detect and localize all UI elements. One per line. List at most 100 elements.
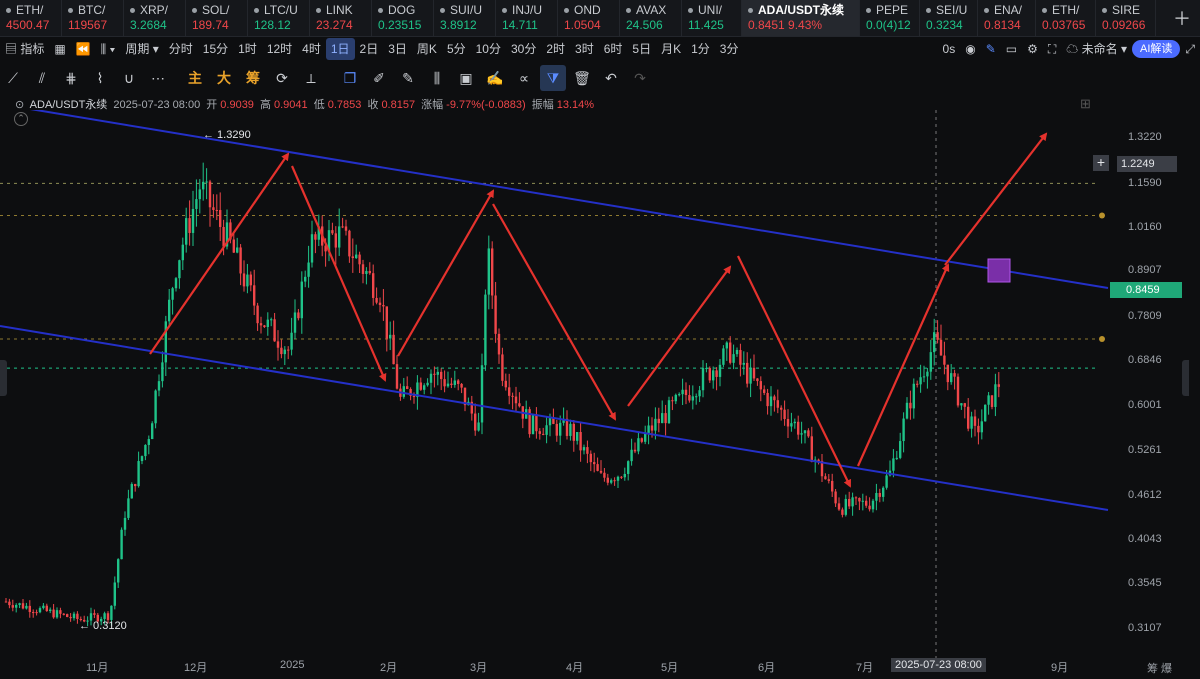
interval-tab[interactable]: 12时 (262, 38, 297, 60)
ticker-tab[interactable]: LINK 23.274 (310, 0, 372, 36)
ticker-name: XRP/ (130, 3, 181, 17)
ticker-tab[interactable]: LTC/U 128.12 (248, 0, 310, 36)
interval-tab[interactable]: 5日 (627, 38, 656, 60)
candle-body (205, 181, 208, 183)
indicator-button[interactable]: ▤ 指标 (0, 38, 49, 60)
camera-icon[interactable]: ◉ (960, 38, 980, 60)
ticker-name: AVAX (626, 3, 677, 17)
right-panel-handle[interactable] (1182, 360, 1189, 396)
pattern-icon[interactable]: ⌇ (87, 65, 113, 91)
add-tab-button[interactable]: ＋ (1164, 0, 1200, 36)
interval-tab[interactable]: 1分 (686, 38, 715, 60)
candle-body (905, 402, 909, 419)
ticker-tab[interactable]: SOL/189.74 (186, 0, 248, 36)
main-indicator-button[interactable]: 主 (182, 65, 208, 91)
left-panel-handle[interactable] (0, 360, 7, 396)
settings-icon[interactable]: ⚙ (1022, 38, 1043, 60)
chart-grid-icon[interactable]: ⊞ (1080, 96, 1091, 112)
ticker-tab[interactable]: ENA/0.8134 (978, 0, 1036, 36)
candle-body (671, 400, 674, 402)
calendar-icon[interactable]: ▦ (49, 38, 70, 60)
ticker-tab[interactable]: SEI/U 0.3234 (920, 0, 978, 36)
link-icon[interactable]: ∝ (511, 65, 537, 91)
ticker-tab[interactable]: DOG 0.23515 (372, 0, 434, 36)
interval-tab[interactable]: 周K (412, 38, 442, 60)
refresh-icon[interactable]: ⟳ (269, 65, 295, 91)
magnet-icon[interactable]: ∪ (116, 65, 142, 91)
undo-icon[interactable]: ↶ (598, 65, 624, 91)
candle-body (579, 432, 582, 451)
big-order-button[interactable]: 大 (211, 65, 237, 91)
brush-icon[interactable]: ✐ (366, 65, 392, 91)
interval-tab[interactable]: 2时 (541, 38, 570, 60)
cloud-layout-button[interactable]: ☁ 未命名 ▾ (1061, 38, 1132, 60)
ticker-tab[interactable]: SUI/U 3.8912 (434, 0, 496, 36)
redo-icon[interactable]: ↷ (627, 65, 653, 91)
candle-body (661, 413, 664, 424)
note-icon[interactable]: ✍ (482, 65, 508, 91)
candle-icon[interactable]: ⫼ (424, 65, 450, 91)
candle-body (93, 613, 96, 615)
interval-tab[interactable]: 30分 (506, 38, 541, 60)
interval-tab[interactable]: 6时 (599, 38, 628, 60)
highlighter-icon[interactable]: ✎ (395, 65, 421, 91)
pen-icon[interactable]: ✎ (981, 38, 1001, 60)
chips-button[interactable]: 筹 (240, 65, 266, 91)
interval-tab[interactable]: 3分 (715, 38, 744, 60)
candle-body (535, 414, 538, 432)
period-button[interactable]: 周期 ▾ (120, 38, 163, 60)
fib-icon[interactable]: ⋕ (58, 65, 84, 91)
expand-icon[interactable]: ⤢ (1180, 38, 1200, 60)
seconds-label: 0s (942, 42, 956, 56)
clipboard-icon[interactable]: ▣ (453, 65, 479, 91)
fullscreen-icon[interactable]: ⛶ (1043, 38, 1061, 60)
candle-body (841, 509, 844, 515)
ticker-tab[interactable]: UNI/11.425 (682, 0, 742, 36)
interval-tab[interactable]: 月K (656, 38, 686, 60)
ticker-tab[interactable]: BTC/119567 (62, 0, 124, 36)
interval-tab[interactable]: 1时 (233, 38, 262, 60)
trend-line-icon[interactable]: ⟋ (0, 65, 26, 91)
trash-icon[interactable]: 🗑 (569, 65, 595, 91)
ticker-tab[interactable]: PEPE 0.0(4)12 (860, 0, 920, 36)
candle-body (922, 376, 926, 378)
ticker-tab[interactable]: INJ/U 14.711 (496, 0, 558, 36)
interval-tab[interactable]: 5分 (442, 38, 471, 60)
ray-icon[interactable]: ⫽ (29, 65, 55, 91)
more-icon[interactable]: ⋯ (145, 65, 171, 91)
interval-tab[interactable]: 10分 (471, 38, 506, 60)
interval-tab[interactable]: 15分 (198, 38, 233, 60)
ticker-tab[interactable]: ADA/USDT永续 0.8451 9.43% (742, 0, 860, 36)
candle-body (21, 603, 25, 609)
add-alert-icon[interactable]: + (1093, 155, 1109, 171)
interval-tab[interactable]: 分时 (164, 38, 198, 60)
ticker-price: 11.425 (688, 18, 724, 32)
ticker-tab[interactable]: ETH/0.03765 (1036, 0, 1096, 36)
candlestick-chart[interactable] (0, 110, 1200, 659)
ticker-tab[interactable]: XRP/3.2684 (124, 0, 186, 36)
rewind-icon[interactable]: ⏪ (71, 38, 96, 60)
interval-tab[interactable]: 3时 (570, 38, 599, 60)
ticker-tab[interactable]: OND 1.0504 (558, 0, 620, 36)
candle-body (219, 210, 222, 227)
ticker-tab[interactable]: AVAX 24.506 (620, 0, 682, 36)
ticker-tab[interactable]: SIRE 0.09266 (1096, 0, 1156, 36)
measure-icon[interactable]: ⟂ (298, 65, 324, 91)
main-toolbar: ▤ 指标 ▦ ⏪ ⫼ ▾ 周期 ▾ 分时 15分 1时 12时 4时 1日 2日 3日 周K 5分… (0, 36, 1200, 62)
ai-button[interactable]: AI解读 (1131, 40, 1181, 58)
candle-body (256, 305, 259, 324)
interval-tab[interactable]: 4时 (297, 38, 326, 60)
filter-icon[interactable]: ⧩ (540, 65, 566, 91)
candle-body (259, 323, 263, 326)
interval-tab[interactable]: 2日 (355, 38, 384, 60)
candle-body (837, 503, 841, 510)
layout-icon[interactable]: ▭ (1001, 38, 1022, 60)
candle-body (426, 382, 429, 386)
ticker-tab[interactable]: ETH/4500.47 (0, 0, 62, 36)
chart-type-icon[interactable]: ⫼ ▾ (96, 38, 121, 60)
candle-body (344, 226, 348, 231)
interval-tab[interactable]: 3日 (383, 38, 412, 60)
interval-tab[interactable]: 1日 (325, 38, 355, 60)
x-axis-label: 6月 (758, 662, 776, 674)
copy-icon[interactable]: ❐ (337, 65, 363, 91)
